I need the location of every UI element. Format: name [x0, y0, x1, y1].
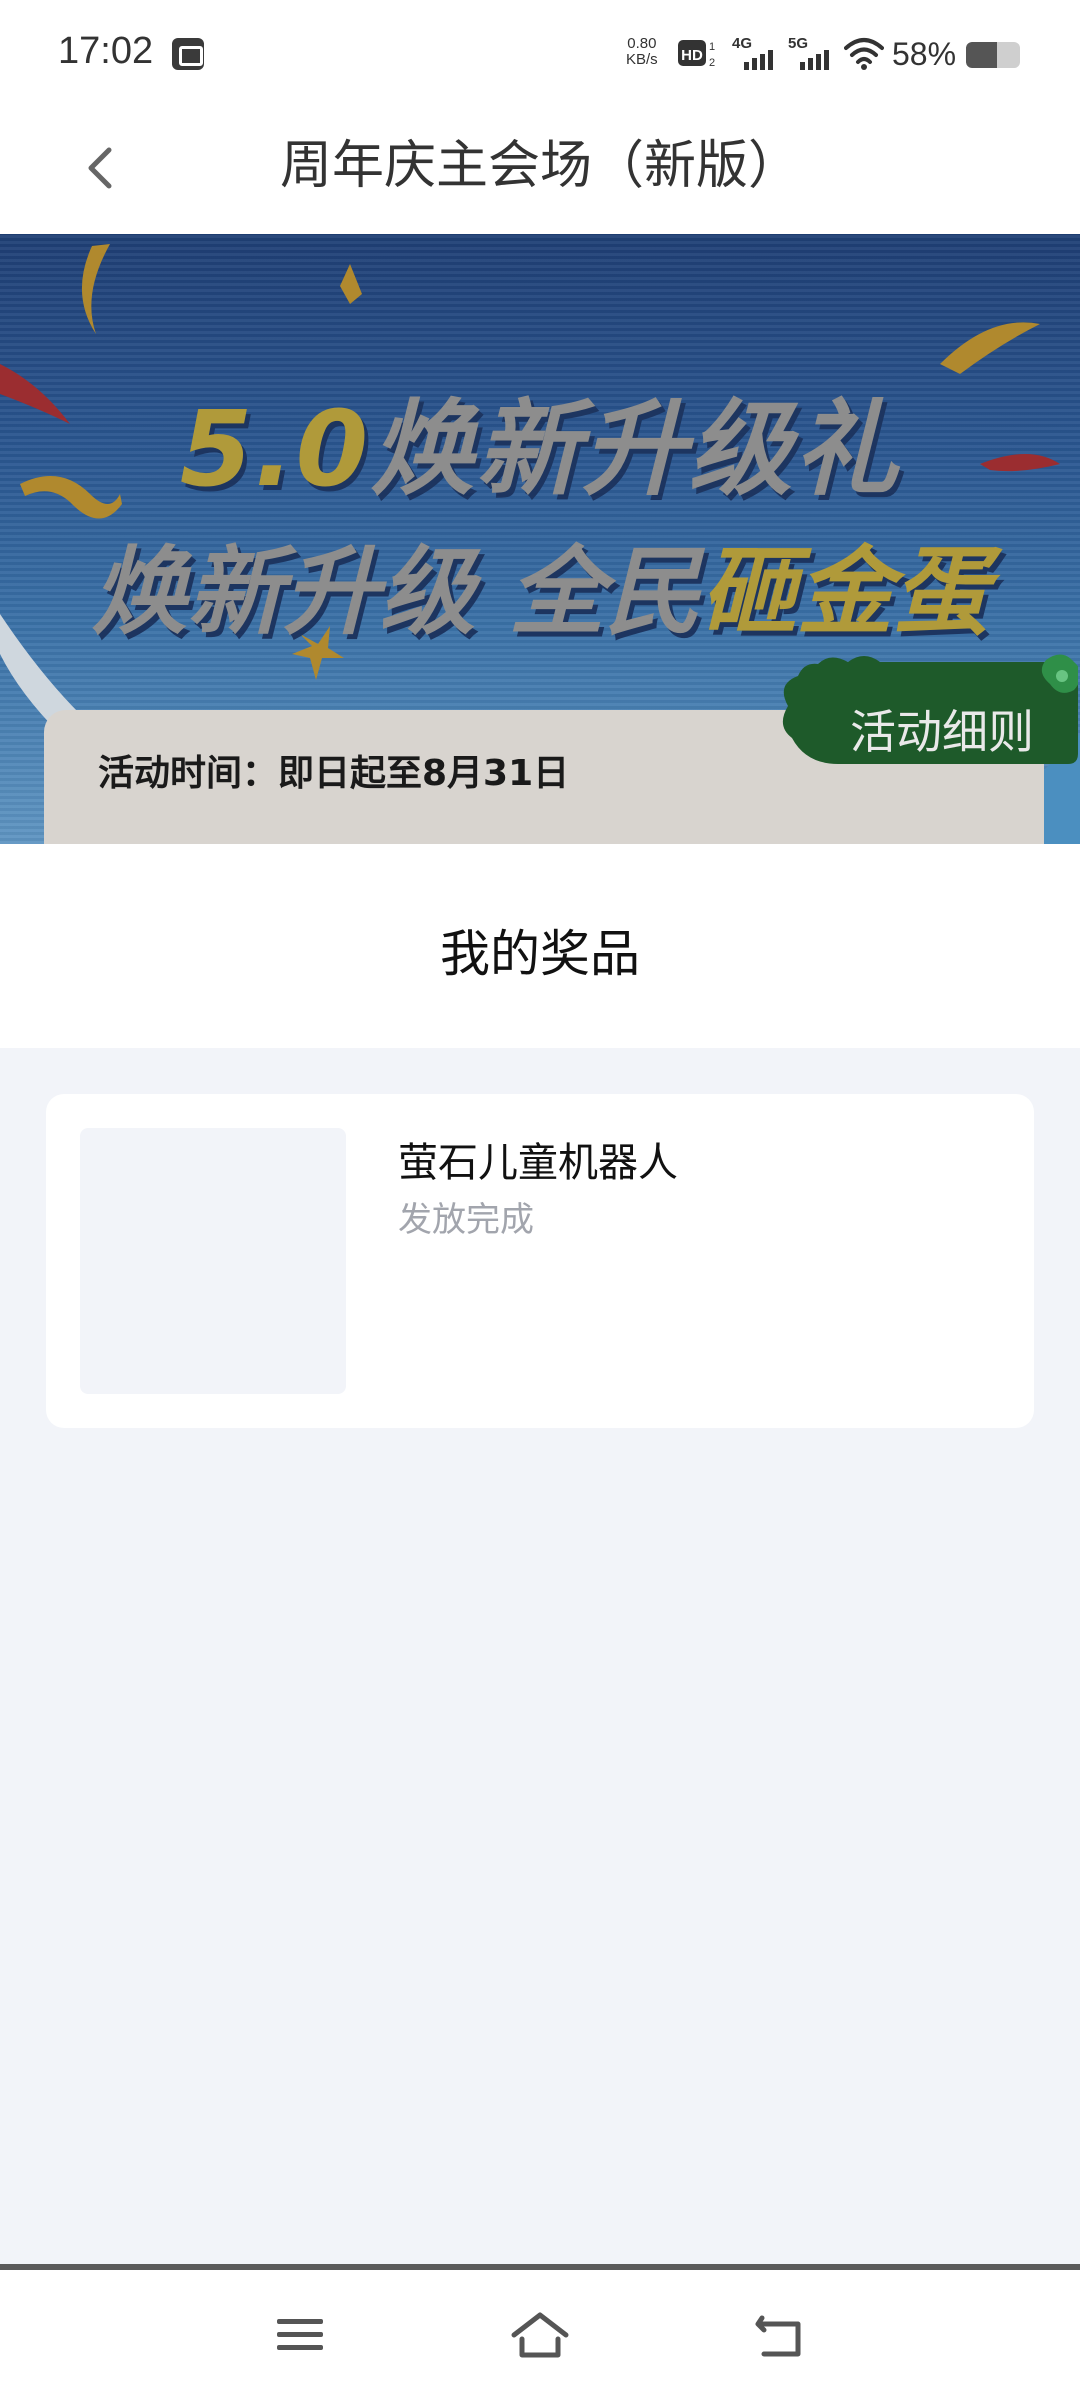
prize-image-placeholder — [80, 1128, 346, 1394]
banner-headline-1: 5.0焕新升级礼 — [0, 364, 1080, 515]
hd-voice-icon: HD 1 2 — [678, 40, 715, 69]
section-title: 我的奖品 — [440, 925, 640, 983]
prize-name: 萤石儿童机器人 — [398, 1140, 678, 1186]
network-speed: 0.80 KB/s — [626, 36, 658, 68]
screenshot-notification-icon — [172, 38, 204, 70]
return-icon — [755, 2315, 801, 2357]
status-bar: 17:02 0.80 KB/s HD 1 2 4G 5G 58% — [0, 0, 1080, 106]
signal-4g-icon: 4G — [732, 35, 773, 70]
promo-banner[interactable]: 5.0焕新升级礼 焕新升级 全民砸金蛋 活动细则 活动时间：即日起至8月31日 — [0, 234, 1080, 844]
prize-status: 发放完成 — [398, 1200, 534, 1240]
network-speed-unit: KB/s — [626, 51, 658, 68]
signal-5g-icon: 5G — [788, 35, 829, 70]
page-title: 周年庆主会场（新版） — [279, 136, 800, 196]
battery-fill — [966, 42, 998, 68]
banner-headline-2: 焕新升级 全民砸金蛋 — [0, 514, 1080, 653]
menu-button[interactable] — [260, 2300, 340, 2370]
battery-percent: 58% — [892, 36, 957, 72]
my-prizes-section: 我的奖品 — [0, 844, 1080, 1048]
home-button[interactable] — [500, 2300, 580, 2370]
home-icon — [511, 2312, 569, 2358]
banner-headline-2-part1: 焕新升级 全民 — [91, 536, 701, 648]
rules-button-label: 活动细则 — [850, 705, 1034, 759]
title-bar: 周年庆主会场（新版） — [0, 106, 1080, 234]
menu-icon — [277, 2319, 323, 2350]
return-button[interactable] — [740, 2300, 820, 2370]
svg-text:2: 2 — [709, 57, 715, 69]
hd-label: HD — [681, 47, 703, 64]
prize-card[interactable]: 萤石儿童机器人 发放完成 — [46, 1094, 1034, 1428]
sim1-network-label: 4G — [732, 35, 752, 52]
status-time: 17:02 — [58, 30, 154, 72]
network-speed-value: 0.80 — [627, 35, 657, 52]
banner-headline-1-rest: 焕新升级礼 — [370, 388, 901, 510]
battery-icon — [966, 42, 1020, 68]
activity-time-text: 活动时间：即日起至8月31日 — [98, 753, 570, 794]
sim2-network-label: 5G — [788, 35, 808, 52]
wifi-icon — [844, 38, 884, 70]
banner-headline-2-accent: 砸金蛋 — [700, 536, 989, 648]
svg-text:1: 1 — [709, 41, 715, 53]
banner-headline-1-accent: 5.0 — [179, 388, 371, 510]
system-nav-bar — [0, 2270, 1080, 2400]
